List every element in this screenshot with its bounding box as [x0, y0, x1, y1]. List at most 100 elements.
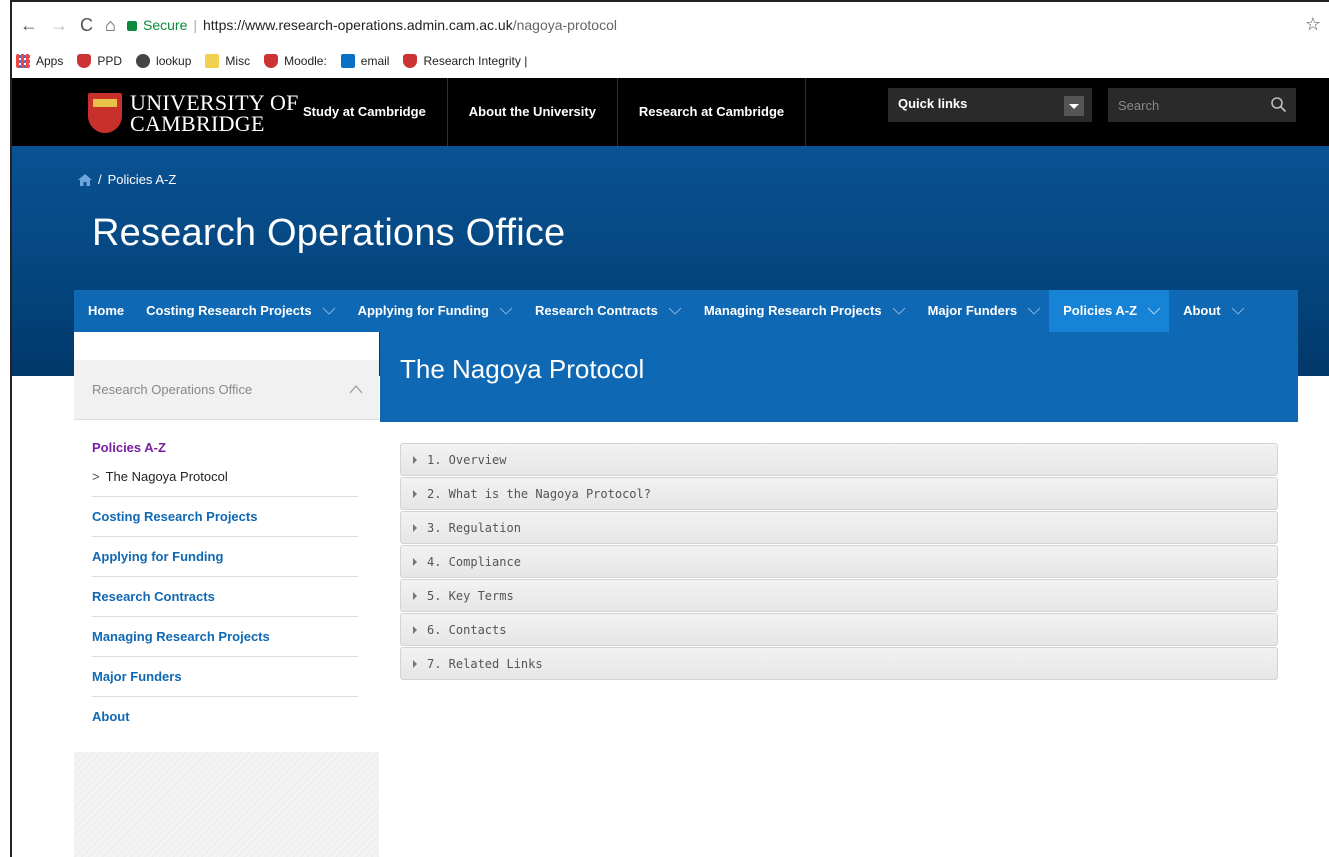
accordion-item-what-is[interactable]: 2. What is the Nagoya Protocol? — [400, 477, 1278, 510]
triangle-right-icon — [413, 557, 417, 566]
bookmark-label: Moodle: — [284, 54, 327, 68]
bookmark-ppd[interactable]: PPD — [77, 54, 122, 68]
lock-icon — [127, 21, 137, 31]
menu-item-label: Costing Research Projects — [146, 303, 312, 318]
lookup-icon — [136, 54, 151, 68]
forward-icon[interactable]: → — [50, 14, 68, 36]
sidebar-item-funders[interactable]: Major Funders — [92, 657, 358, 697]
bookmark-label: email — [360, 54, 390, 68]
sidebar-list: Policies A-Z > The Nagoya Protocol Costin… — [92, 430, 358, 736]
menu-item-costing[interactable]: Costing Research Projects — [132, 290, 343, 332]
breadcrumb: / Policies A-Z — [78, 172, 176, 187]
chevron-down-icon[interactable] — [1147, 307, 1161, 315]
bookmark-apps[interactable]: Apps — [16, 54, 63, 68]
logo-line-1: UNIVERSITY OF — [130, 90, 299, 115]
menu-item-label: Home — [88, 303, 125, 318]
quick-links-dropdown[interactable]: Quick links — [888, 88, 1092, 122]
chevron-down-icon[interactable] — [1231, 307, 1245, 315]
menu-item-label: Policies A-Z — [1063, 303, 1138, 318]
sidebar-item-policies[interactable]: Policies A-Z — [92, 430, 358, 463]
sidebar-item-contracts[interactable]: Research Contracts — [92, 577, 358, 617]
outlook-icon — [340, 54, 355, 68]
menu-item-label: Research Contracts — [535, 303, 658, 318]
search-box — [1108, 88, 1296, 122]
chevron-down-icon[interactable] — [668, 307, 682, 315]
accordion-label: 1. Overview — [427, 452, 507, 467]
folder-icon — [205, 54, 220, 68]
accordion-item-regulation[interactable]: 3. Regulation — [400, 511, 1278, 544]
breadcrumb-policies[interactable]: Policies A-Z — [108, 172, 177, 187]
bookmark-lookup[interactable]: lookup — [136, 54, 191, 68]
menu-item-policies[interactable]: Policies A-Z — [1049, 290, 1170, 332]
chevron-down-icon[interactable] — [1064, 96, 1084, 116]
menu-item-label: Major Funders — [927, 303, 1018, 318]
sidebar-item-about[interactable]: About — [92, 697, 358, 736]
nav-about-university[interactable]: About the University — [448, 78, 618, 146]
logo-line-2: CAMBRIDGE — [130, 111, 265, 136]
url-path: /nagoya-protocol — [512, 17, 617, 33]
university-logo[interactable]: UNIVERSITY OF CAMBRIDGE — [88, 90, 299, 136]
apps-grid-icon — [16, 54, 30, 68]
cambridge-crest-icon — [403, 54, 418, 68]
accordion-label: 4. Compliance — [427, 554, 521, 569]
nav-research[interactable]: Research at Cambridge — [618, 78, 807, 146]
bookmark-star-icon[interactable]: ☆ — [1305, 14, 1321, 35]
accordion-item-compliance[interactable]: 4. Compliance — [400, 545, 1278, 578]
sidebar: Research Operations Office Policies A-Z … — [74, 332, 379, 857]
chevron-up-icon[interactable] — [349, 384, 363, 394]
secure-label: Secure — [143, 17, 188, 33]
menu-item-managing[interactable]: Managing Research Projects — [690, 290, 914, 332]
url-field[interactable]: Secure | https://www.research-operations.a… — [127, 17, 617, 33]
menu-item-about[interactable]: About — [1169, 290, 1253, 332]
menu-item-funders[interactable]: Major Funders — [914, 290, 1050, 332]
home-button-icon[interactable]: ⌂ — [105, 14, 116, 36]
chevron-down-icon[interactable] — [1027, 307, 1041, 315]
sidebar-item-label: The Nagoya Protocol — [105, 469, 228, 484]
bookmark-misc[interactable]: Misc — [205, 54, 250, 68]
cambridge-crest-icon — [77, 54, 92, 68]
home-icon[interactable] — [78, 173, 92, 186]
bookmark-research-integrity[interactable]: Research Integrity | — [403, 54, 527, 68]
search-input[interactable] — [1108, 88, 1260, 122]
accordion-label: 3. Regulation — [427, 520, 521, 535]
university-header: UNIVERSITY OF CAMBRIDGE Study at Cambrid… — [12, 78, 1329, 146]
site-title[interactable]: Research Operations Office — [92, 212, 565, 255]
url-separator: | — [193, 17, 197, 33]
menu-item-funding[interactable]: Applying for Funding — [344, 290, 521, 332]
chevron-down-icon[interactable] — [322, 307, 336, 315]
sidebar-heading: Research Operations Office — [92, 382, 253, 397]
sidebar-footer-pattern — [74, 752, 379, 857]
search-icon[interactable] — [1270, 96, 1288, 114]
back-icon[interactable]: ← — [20, 14, 38, 36]
page-title: The Nagoya Protocol — [400, 354, 645, 384]
triangle-right-icon — [413, 625, 417, 634]
accordion-item-contacts[interactable]: 6. Contacts — [400, 613, 1278, 646]
bookmark-label: Apps — [36, 54, 64, 68]
chevron-right-icon: > — [92, 469, 100, 484]
chevron-down-icon[interactable] — [892, 307, 906, 315]
triangle-right-icon — [413, 523, 417, 532]
sidebar-item-nagoya[interactable]: > The Nagoya Protocol — [92, 463, 358, 497]
sidebar-item-costing[interactable]: Costing Research Projects — [92, 497, 358, 537]
bookmark-email[interactable]: email — [340, 54, 390, 68]
menu-item-home[interactable]: Home — [74, 290, 132, 332]
sidebar-item-funding[interactable]: Applying for Funding — [92, 537, 358, 577]
sidebar-header[interactable]: Research Operations Office — [74, 360, 379, 420]
accordion-item-key-terms[interactable]: 5. Key Terms — [400, 579, 1278, 612]
chevron-down-icon[interactable] — [499, 307, 513, 315]
nav-study[interactable]: Study at Cambridge — [282, 78, 448, 146]
breadcrumb-separator: / — [98, 172, 102, 187]
accordion-item-related-links[interactable]: 7. Related Links — [400, 647, 1278, 680]
accordion-item-overview[interactable]: 1. Overview — [400, 443, 1278, 476]
university-nav: Study at Cambridge About the University … — [282, 78, 807, 146]
reload-icon[interactable]: C — [80, 14, 93, 36]
accordion-label: 6. Contacts — [427, 622, 507, 637]
quick-links-label: Quick links — [898, 96, 968, 111]
bookmark-label: PPD — [97, 54, 123, 68]
bookmark-moodle[interactable]: Moodle: — [264, 54, 327, 68]
bookmark-label: Research Integrity | — [423, 54, 528, 68]
sidebar-item-managing[interactable]: Managing Research Projects — [92, 617, 358, 657]
menu-item-label: Managing Research Projects — [703, 303, 882, 318]
triangle-right-icon — [413, 489, 417, 498]
menu-item-contracts[interactable]: Research Contracts — [521, 290, 690, 332]
